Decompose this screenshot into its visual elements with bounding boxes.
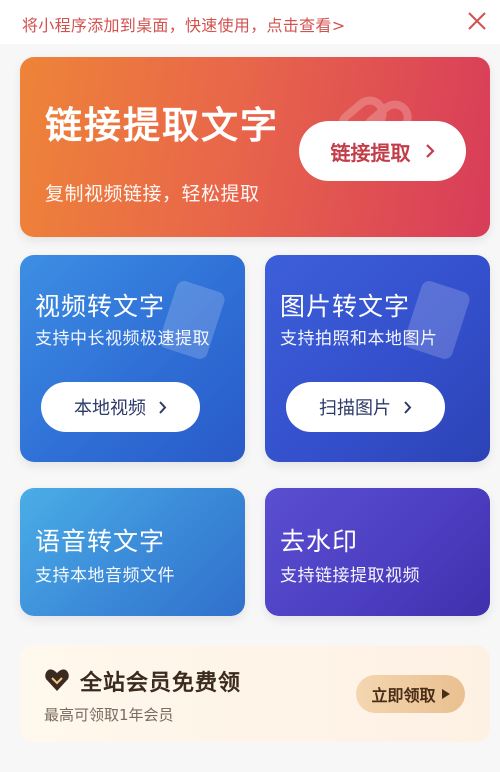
membership-title: 全站会员免费领 [80, 671, 242, 696]
remove-watermark-subtitle: 支持链接提取视频 [280, 566, 420, 586]
link-extract-subtitle: 复制视频链接，轻松提取 [45, 183, 260, 205]
image-icon [406, 281, 470, 359]
local-video-button[interactable]: 本地视频 [41, 382, 200, 432]
image-to-text-title: 图片转文字 [280, 292, 411, 321]
remove-watermark-card[interactable]: 去水印 支持链接提取视频 [265, 488, 490, 616]
vip-heart-icon [45, 669, 69, 691]
chevron-right-icon [404, 400, 412, 414]
audio-to-text-subtitle: 支持本地音频文件 [35, 566, 175, 586]
scan-image-button[interactable]: 扫描图片 [286, 382, 445, 432]
add-to-desktop-banner[interactable]: 将小程序添加到桌面，快速使用，点击查看> [0, 0, 500, 44]
image-to-text-card[interactable]: 图片转文字 支持拍照和本地图片 扫描图片 [265, 255, 490, 462]
claim-now-button[interactable]: 立即领取 [356, 675, 465, 713]
remove-watermark-title: 去水印 [280, 527, 359, 556]
add-to-desktop-tip[interactable]: 将小程序添加到桌面，快速使用，点击查看> [22, 12, 345, 36]
video-icon [161, 281, 225, 359]
link-extract-title: 链接提取文字 [45, 104, 279, 147]
membership-banner[interactable]: 全站会员免费领 最高可领取1年会员 立即领取 [20, 645, 490, 742]
play-triangle-icon [441, 689, 450, 699]
chevron-right-icon [425, 144, 435, 158]
video-to-text-subtitle: 支持中长视频极速提取 [35, 329, 210, 349]
audio-to-text-title: 语音转文字 [35, 527, 166, 556]
close-icon[interactable] [466, 10, 488, 32]
claim-now-button-label: 立即领取 [371, 686, 436, 705]
video-to-text-title: 视频转文字 [35, 292, 166, 321]
scan-image-button-label: 扫描图片 [319, 398, 391, 419]
audio-to-text-card[interactable]: 语音转文字 支持本地音频文件 [20, 488, 245, 616]
membership-subtitle: 最高可领取1年会员 [44, 706, 174, 724]
link-extract-button[interactable]: 链接提取 [299, 121, 466, 181]
link-extract-card[interactable]: 链接提取文字 复制视频链接，轻松提取 链接提取 [20, 57, 490, 237]
video-to-text-card[interactable]: 视频转文字 支持中长视频极速提取 本地视频 [20, 255, 245, 462]
chevron-right-icon [159, 400, 167, 414]
link-extract-button-label: 链接提取 [330, 140, 411, 165]
local-video-button-label: 本地视频 [74, 398, 146, 419]
image-to-text-subtitle: 支持拍照和本地图片 [280, 329, 438, 349]
